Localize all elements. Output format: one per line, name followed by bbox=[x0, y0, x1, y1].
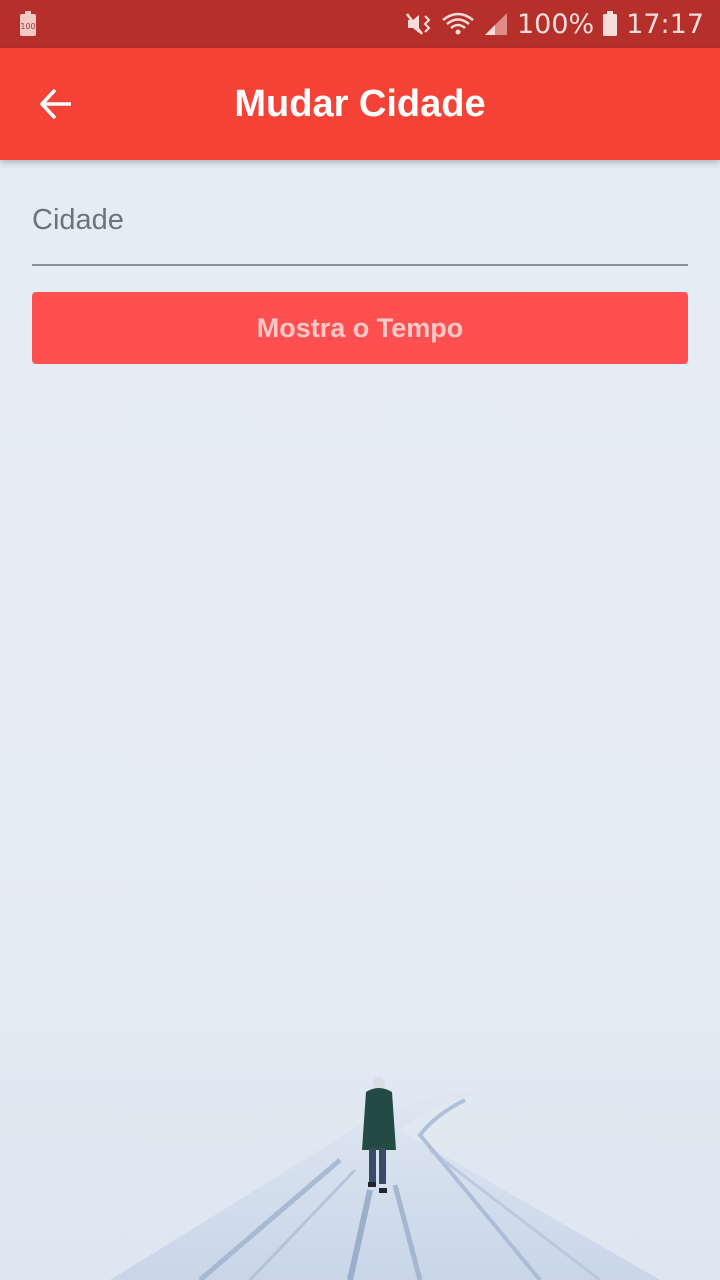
status-bar: 100 100% 17:17 bbox=[0, 0, 720, 48]
show-weather-button-label: Mostra o Tempo bbox=[256, 312, 464, 343]
show-weather-button[interactable]: Mostra o Tempo bbox=[32, 292, 688, 364]
mute-vibrate-icon bbox=[405, 13, 431, 35]
battery-notification-icon: 100 bbox=[20, 11, 36, 36]
arrow-left-icon bbox=[39, 88, 71, 120]
battery-badge-text: 100 bbox=[20, 22, 35, 31]
wifi-icon bbox=[442, 12, 474, 35]
page-title: Mudar Cidade bbox=[234, 82, 486, 125]
clock: 17:17 bbox=[626, 8, 704, 40]
city-field[interactable] bbox=[32, 190, 688, 266]
back-button[interactable] bbox=[22, 70, 90, 138]
battery-percent: 100% bbox=[516, 8, 595, 40]
status-right: 100% 17:17 bbox=[405, 9, 704, 40]
city-input[interactable] bbox=[32, 190, 688, 250]
app-bar: Mudar Cidade bbox=[0, 48, 720, 160]
battery-icon bbox=[603, 11, 618, 36]
signal-icon bbox=[484, 13, 507, 35]
status-left: 100 bbox=[18, 11, 38, 37]
